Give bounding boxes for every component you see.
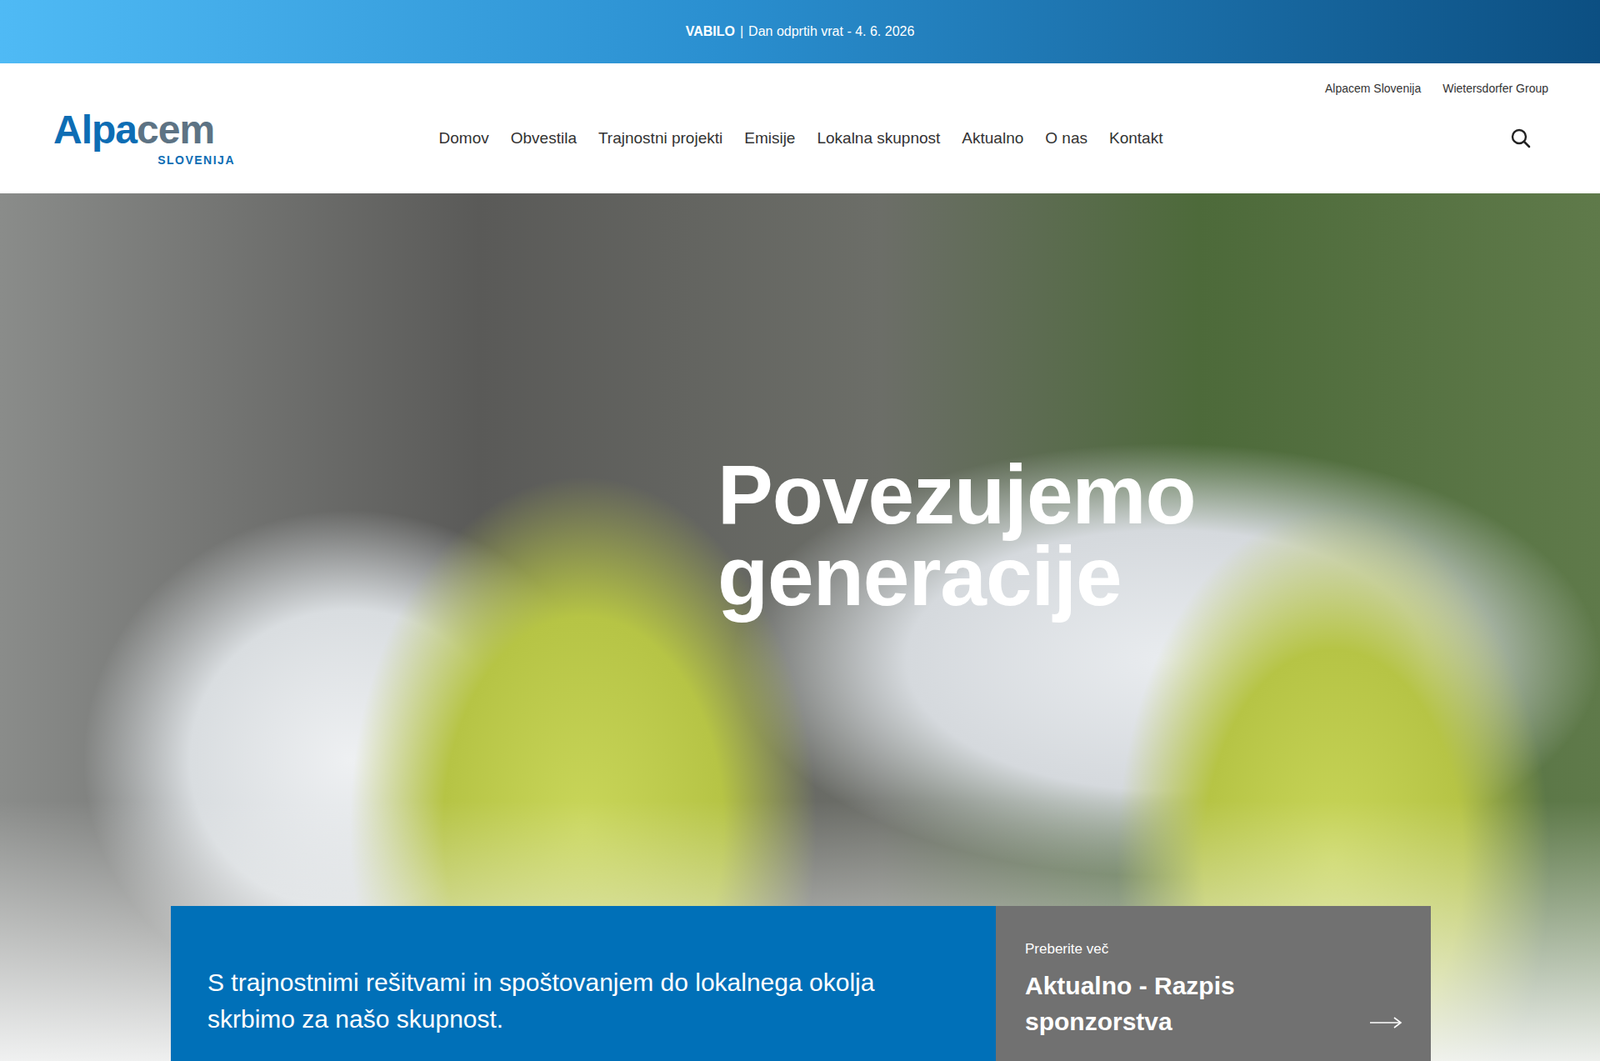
announcement-bar[interactable]: VABILO|Dan odprtih vrat - 4. 6. 2026 (0, 0, 1600, 64)
intro-text: S trajnostnimi rešitvami in spoštovanjem… (207, 964, 946, 1038)
utility-link[interactable]: Wietersdorfer Group (1442, 81, 1549, 99)
logo[interactable]: Alpacem SLOVENIJA (53, 110, 245, 167)
site-header: Alpacem SlovenijaWietersdorfer GroupAlpa… (0, 63, 1600, 194)
hero-headline: Povezujemogeneracije (0, 193, 1600, 906)
search-icon[interactable] (1510, 127, 1532, 150)
teaser-kicker: Preberite več (1025, 940, 1403, 958)
arrow-right-icon[interactable] (1369, 1015, 1403, 1030)
hero-boxes: S trajnostnimi rešitvami in spoštovanjem… (170, 905, 1431, 1061)
teaser-box[interactable]: Preberite več Aktualno - Razpis sponzorst… (995, 905, 1431, 1061)
page: VABILO|Dan odprtih vrat - 4. 6. 2026Alpa… (0, 0, 1600, 1061)
nav-item[interactable]: O nas (1045, 129, 1088, 148)
announcement-label: VABILO (685, 24, 735, 40)
main-nav: Domov Obvestila Trajnostni projekti Emisije… (245, 129, 1357, 148)
nav-item[interactable]: Kontakt (1109, 129, 1163, 148)
utility-link[interactable]: Alpacem Slovenija (1325, 81, 1421, 99)
teaser-title: Aktualno - Razpis sponzorstva (1025, 967, 1275, 1040)
nav-item[interactable]: Trajnostni projekti (598, 129, 723, 148)
logo-sub: SLOVENIJA (53, 153, 235, 167)
nav-item[interactable]: Domov (439, 129, 490, 148)
nav-item[interactable]: Aktualno (961, 129, 1024, 148)
hero: Povezujemogeneracije S trajnostnimi rešit… (0, 193, 1600, 1061)
nav-item[interactable]: Lokalna skupnost (816, 129, 940, 148)
announcement-separator: | (738, 24, 745, 40)
utility-links: Alpacem Slovenija Wietersdorfer Group (53, 63, 1549, 99)
intro-box: S trajnostnimi rešitvami in spoštovanjem… (170, 905, 996, 1061)
header-main: Alpacem SLOVENIJA Domov Obvestila Trajnostni… (53, 98, 1549, 194)
announcement-text: Dan odprtih vrat - 4. 6. 2026 (748, 24, 915, 40)
logo-name: Alpacem (53, 110, 215, 150)
nav-item[interactable]: Emisije (744, 129, 795, 148)
nav-item[interactable]: Obvestila (510, 129, 577, 148)
search-area (1356, 127, 1549, 150)
